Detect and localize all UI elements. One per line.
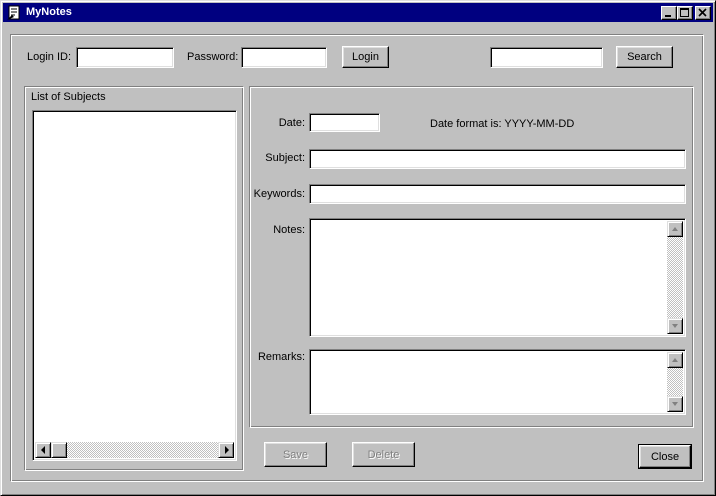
subjects-listbox[interactable] xyxy=(32,110,237,461)
remarks-textarea[interactable] xyxy=(309,349,686,415)
arrow-down-icon xyxy=(672,324,678,328)
password-input[interactable] xyxy=(241,47,327,68)
subjects-hscrollbar[interactable] xyxy=(35,442,234,458)
save-button[interactable]: Save xyxy=(264,442,327,467)
subjects-group-label: List of Subjects xyxy=(31,91,106,103)
notes-vscrollbar[interactable] xyxy=(667,221,683,334)
notes-textarea[interactable] xyxy=(309,218,686,337)
password-label: Password: xyxy=(187,51,239,63)
minimize-icon xyxy=(665,15,671,17)
login-id-label: Login ID: xyxy=(27,51,72,63)
date-input[interactable] xyxy=(309,113,380,132)
notes-label: Notes: xyxy=(273,224,305,236)
remarks-scroll-up-button[interactable] xyxy=(667,352,683,368)
notes-scroll-down-button[interactable] xyxy=(667,318,683,334)
notes-scroll-up-button[interactable] xyxy=(667,221,683,237)
mynotes-window: MyNotes Login ID: Password: Login Search… xyxy=(0,0,716,496)
scroll-right-button[interactable] xyxy=(218,442,234,458)
search-input[interactable] xyxy=(490,47,603,68)
keywords-label: Keywords: xyxy=(253,188,305,200)
scroll-thumb[interactable] xyxy=(51,442,67,458)
scroll-left-button[interactable] xyxy=(35,442,51,458)
close-button[interactable]: Close xyxy=(638,444,692,469)
arrow-up-icon xyxy=(672,358,678,362)
delete-button[interactable]: Delete xyxy=(352,442,415,467)
title-bar[interactable]: MyNotes xyxy=(3,3,713,22)
date-format-hint: Date format is: YYYY-MM-DD xyxy=(430,118,575,130)
arrow-right-icon xyxy=(225,446,229,454)
subject-input[interactable] xyxy=(309,149,686,169)
maximize-button[interactable] xyxy=(677,6,693,20)
remarks-vscrollbar[interactable] xyxy=(667,352,683,412)
close-window-button[interactable] xyxy=(695,6,711,20)
keywords-input[interactable] xyxy=(309,184,686,204)
search-button[interactable]: Search xyxy=(616,46,673,68)
close-icon xyxy=(698,8,707,17)
window-title: MyNotes xyxy=(26,6,72,18)
arrow-up-icon xyxy=(672,227,678,231)
remarks-label: Remarks: xyxy=(257,351,305,363)
notes-app-icon xyxy=(7,5,20,20)
arrow-down-icon xyxy=(672,402,678,406)
login-id-input[interactable] xyxy=(76,47,174,68)
login-button[interactable]: Login xyxy=(342,46,389,68)
maximize-icon xyxy=(680,8,689,17)
date-label: Date: xyxy=(278,117,305,129)
arrow-left-icon xyxy=(41,446,45,454)
remarks-scroll-down-button[interactable] xyxy=(667,396,683,412)
subject-label: Subject: xyxy=(265,152,305,164)
minimize-button[interactable] xyxy=(661,6,677,20)
